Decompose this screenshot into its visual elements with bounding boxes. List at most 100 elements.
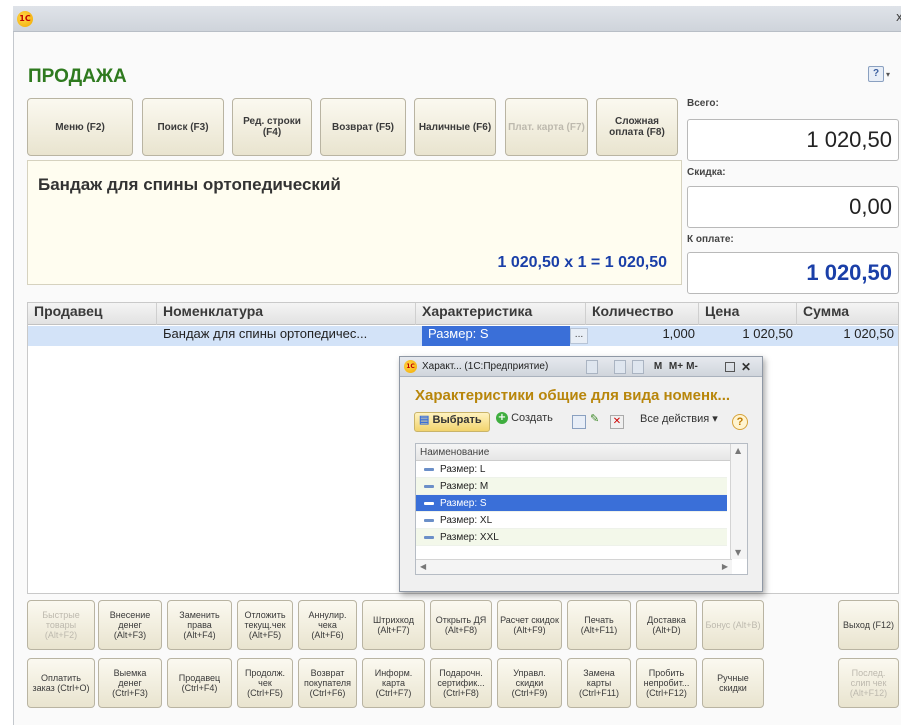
action-row1-button-7[interactable]: Открыть ДЯ (Alt+F8) bbox=[430, 600, 492, 650]
action-row2-button-5[interactable]: Возврат покупателя (Ctrl+F6) bbox=[298, 658, 357, 708]
action-row1-button-3[interactable]: Заменить права (Alt+F4) bbox=[167, 600, 232, 650]
column-header-seller[interactable]: Продавец bbox=[28, 303, 157, 325]
action-row1-button-2[interactable]: Внесение денег (Alt+F3) bbox=[98, 600, 162, 650]
return-button[interactable]: Возврат (F5) bbox=[320, 98, 406, 156]
close-icon[interactable]: x bbox=[896, 10, 901, 24]
to-pay-value: 1 020,50 bbox=[687, 252, 899, 294]
close-icon[interactable]: ✕ bbox=[740, 360, 752, 374]
current-item-calc: 1 020,50 x 1 = 1 020,50 bbox=[497, 254, 667, 271]
cell-seller bbox=[28, 326, 157, 346]
action-row2-button-10[interactable]: Пробить непробит... (Ctrl+F12) bbox=[636, 658, 697, 708]
list-header[interactable]: Наименование bbox=[416, 444, 734, 461]
memory-m-button[interactable]: M bbox=[652, 360, 664, 374]
select-button-label: Выбрать bbox=[432, 414, 482, 426]
menu-button[interactable]: Меню (F2) bbox=[27, 98, 133, 156]
cell-characteristic-input[interactable]: Размер: S bbox=[422, 326, 570, 346]
action-row1-button-8[interactable]: Расчет скидок (Alt+F9) bbox=[497, 600, 562, 650]
vertical-scrollbar[interactable]: ▲ ▼ bbox=[730, 444, 747, 559]
scroll-right-icon[interactable]: ▶ bbox=[722, 562, 728, 571]
list-header-name: Наименование bbox=[420, 447, 490, 458]
horizontal-scrollbar[interactable]: ◀ ▶ bbox=[416, 559, 732, 574]
action-row2-button-4[interactable]: Продолж. чек (Ctrl+F5) bbox=[237, 658, 293, 708]
column-header-price[interactable]: Цена bbox=[699, 303, 797, 325]
delete-icon[interactable]: ✕ bbox=[610, 415, 624, 429]
action-row1-button-9[interactable]: Печать (Alt+F11) bbox=[567, 600, 631, 650]
cell-qty: 1,000 bbox=[662, 326, 695, 341]
item-icon bbox=[424, 485, 434, 488]
card-payment-button[interactable]: Плат. карта (F7) bbox=[505, 98, 588, 156]
action-row1-button-11[interactable]: Бонус (Alt+B) bbox=[702, 600, 764, 650]
list-item[interactable]: Размер: XXL bbox=[416, 529, 727, 546]
maximize-icon[interactable] bbox=[725, 362, 735, 372]
action-row2-button-3[interactable]: Продавец (Ctrl+F4) bbox=[167, 658, 232, 708]
help-icon[interactable]: ? bbox=[868, 66, 884, 82]
create-button[interactable]: + Создать bbox=[496, 412, 562, 432]
calendar-icon[interactable] bbox=[632, 360, 644, 374]
action-row2-button-12[interactable]: Послед. слип чек (Alt+F12) bbox=[838, 658, 899, 708]
pos-window: 1С x ПРОДАЖА ? ▾ Меню (F2) Поиск (F3) Ре… bbox=[0, 0, 901, 725]
copy-item-icon[interactable] bbox=[572, 415, 586, 429]
current-item-name: Бандаж для спины ортопедический bbox=[38, 175, 341, 194]
action-row2-button-9[interactable]: Замена карты (Ctrl+F11) bbox=[567, 658, 631, 708]
action-row2-button-2[interactable]: Выемка денег (Ctrl+F3) bbox=[98, 658, 162, 708]
list-item-label: Размер: XXL bbox=[440, 532, 499, 543]
action-row1-button-6[interactable]: Штрихкод (Alt+F7) bbox=[362, 600, 425, 650]
complex-payment-button[interactable]: Сложная оплата (F8) bbox=[596, 98, 678, 156]
list-item[interactable]: Размер: M bbox=[416, 478, 727, 495]
window-titlebar: 1С x bbox=[13, 6, 901, 32]
dialog-titlebar: 1С Характ... (1С:Предприятие) M M+ M- ✕ bbox=[400, 357, 762, 377]
cell-item: Бандаж для спины ортопедичес... bbox=[163, 326, 368, 341]
dialog-heading: Характеристики общие для вида номенк... bbox=[415, 387, 731, 404]
all-actions-menu[interactable]: Все действия ▾ bbox=[640, 412, 728, 432]
characteristics-list: Наименование Размер: L Размер: M Размер:… bbox=[415, 443, 748, 575]
action-row2-button-11[interactable]: Ручные скидки bbox=[702, 658, 764, 708]
page-title: ПРОДАЖА bbox=[28, 66, 127, 87]
chevron-down-icon[interactable]: ▾ bbox=[886, 70, 890, 79]
action-row1-button-10[interactable]: Доставка (Alt+D) bbox=[636, 600, 697, 650]
column-header-sum[interactable]: Сумма bbox=[797, 303, 900, 325]
copy-icon[interactable] bbox=[586, 360, 598, 374]
column-header-qty[interactable]: Количество bbox=[586, 303, 699, 325]
action-row1-button-1[interactable]: Быстрые товары (Alt+F2) bbox=[27, 600, 95, 650]
select-icon: ▤ bbox=[419, 414, 430, 426]
action-row2-button-1[interactable]: Оплатить заказ (Ctrl+O) bbox=[27, 658, 95, 708]
discount-label: Скидка: bbox=[687, 167, 726, 178]
discount-value: 0,00 bbox=[687, 186, 899, 228]
memory-minus-button[interactable]: M- bbox=[685, 360, 699, 374]
list-item-label: Размер: S bbox=[440, 498, 487, 509]
select-button[interactable]: ▤ Выбрать bbox=[414, 412, 490, 432]
table-header: Продавец Номенклатура Характеристика Кол… bbox=[28, 303, 898, 325]
list-item[interactable]: Размер: XL bbox=[416, 512, 727, 529]
cell-sum: 1 020,50 bbox=[843, 326, 894, 341]
table-row[interactable]: Бандаж для спины ортопедичес... Размер: … bbox=[28, 326, 898, 346]
list-item-label: Размер: L bbox=[440, 464, 486, 475]
item-icon bbox=[424, 468, 434, 471]
scroll-up-icon[interactable]: ▲ bbox=[735, 446, 741, 455]
edit-icon[interactable]: ✎ bbox=[590, 412, 604, 432]
search-button[interactable]: Поиск (F3) bbox=[142, 98, 224, 156]
help-icon[interactable]: ? bbox=[732, 414, 748, 430]
calculator-icon[interactable] bbox=[614, 360, 626, 374]
list-item[interactable]: Размер: L bbox=[416, 461, 727, 478]
cell-price: 1 020,50 bbox=[742, 326, 793, 341]
edit-row-button[interactable]: Ред. строки (F4) bbox=[232, 98, 312, 156]
scroll-left-icon[interactable]: ◀ bbox=[420, 562, 426, 571]
column-header-characteristic[interactable]: Характеристика bbox=[416, 303, 586, 325]
scroll-down-icon[interactable]: ▼ bbox=[735, 548, 741, 557]
dialog-title: Характ... (1С:Предприятие) bbox=[422, 361, 549, 372]
action-row2-button-8[interactable]: Управл. скидки (Ctrl+F9) bbox=[497, 658, 562, 708]
action-row1-button-4[interactable]: Отложить текущ.чек (Alt+F5) bbox=[237, 600, 293, 650]
column-header-item[interactable]: Номенклатура bbox=[157, 303, 416, 325]
to-pay-label: К оплате: bbox=[687, 234, 734, 245]
item-icon bbox=[424, 502, 434, 505]
action-row2-button-6[interactable]: Информ. карта (Ctrl+F7) bbox=[362, 658, 425, 708]
action-row2-button-7[interactable]: Подарочн. сертифик... (Ctrl+F8) bbox=[430, 658, 492, 708]
item-icon bbox=[424, 519, 434, 522]
action-row1-button-12[interactable]: Выход (F12) bbox=[838, 600, 899, 650]
characteristic-choice-dialog: 1С Характ... (1С:Предприятие) M M+ M- ✕ … bbox=[399, 356, 763, 592]
memory-plus-button[interactable]: M+ bbox=[668, 360, 684, 374]
action-row1-button-5[interactable]: Аннулир. чека (Alt+F6) bbox=[298, 600, 357, 650]
cash-button[interactable]: Наличные (F6) bbox=[414, 98, 496, 156]
list-item-selected[interactable]: Размер: S bbox=[416, 495, 727, 512]
total-value: 1 020,50 bbox=[687, 119, 899, 161]
